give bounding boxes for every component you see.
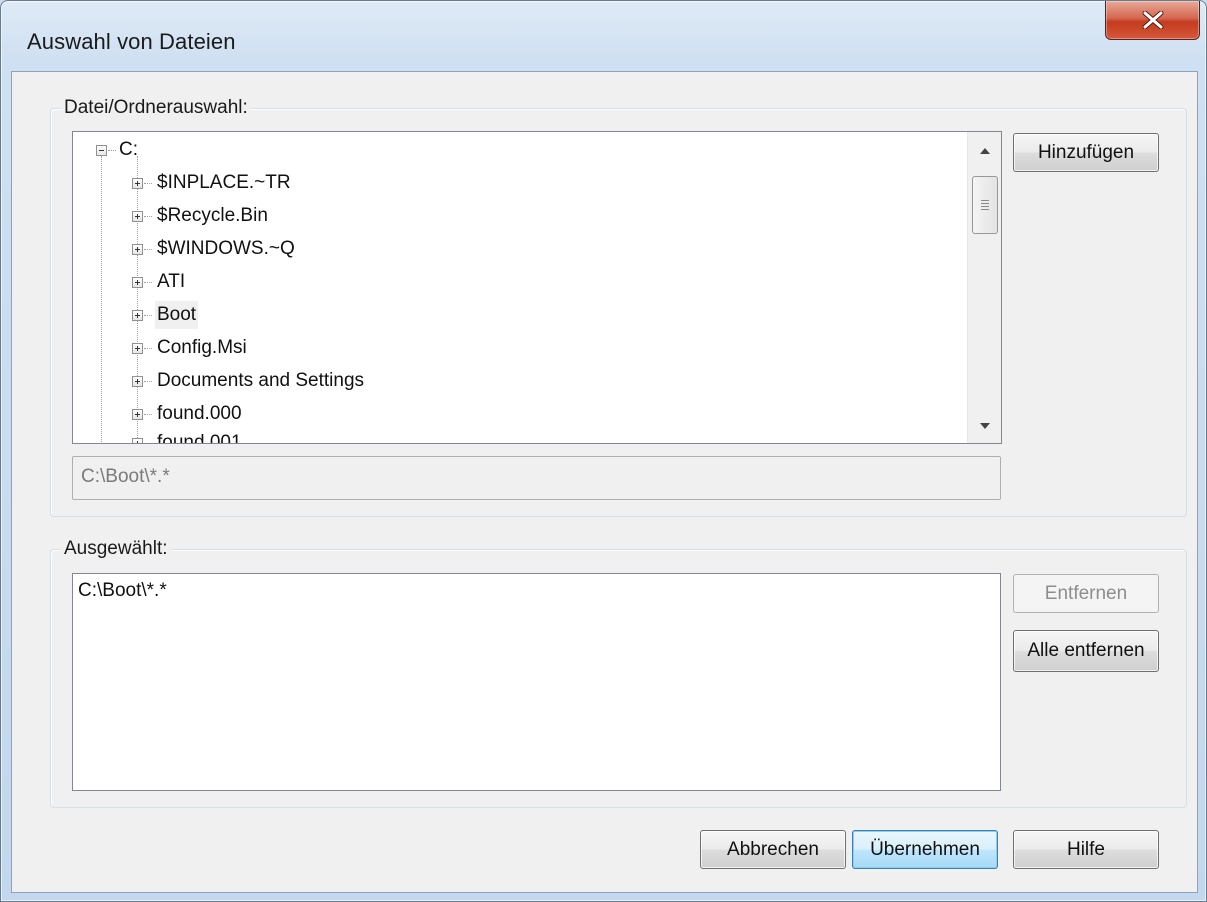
dialog-client-area: Datei/Ordnerauswahl: C: $INPLACE.~TR $Re… bbox=[11, 71, 1198, 893]
folder-tree[interactable]: C: $INPLACE.~TR $Recycle.Bin $WINDOWS.~Q bbox=[72, 131, 1002, 444]
scroll-up-button[interactable] bbox=[968, 134, 1001, 168]
remove-button[interactable]: Entfernen bbox=[1013, 574, 1159, 613]
tree-item-label: found.001 bbox=[157, 432, 242, 444]
tree-item[interactable]: $Recycle.Bin bbox=[73, 202, 963, 230]
tree-connector bbox=[144, 414, 152, 416]
add-button[interactable]: Hinzufügen bbox=[1013, 133, 1159, 172]
tree-item-selected[interactable]: Boot bbox=[73, 301, 963, 329]
tree-item-label: $WINDOWS.~Q bbox=[157, 238, 295, 259]
tree-item-label: $Recycle.Bin bbox=[157, 205, 268, 226]
expand-icon[interactable] bbox=[132, 310, 143, 321]
tree-item-label: Boot bbox=[155, 301, 199, 329]
tree-item[interactable]: ATI bbox=[73, 268, 963, 296]
cancel-button[interactable]: Abbrechen bbox=[700, 830, 846, 869]
expand-icon[interactable] bbox=[132, 343, 143, 354]
tree-connector bbox=[144, 249, 152, 251]
tree-item-root[interactable]: C: bbox=[73, 136, 963, 164]
expand-icon[interactable] bbox=[132, 438, 143, 443]
tree-item[interactable]: found.001 bbox=[73, 429, 963, 444]
close-button[interactable] bbox=[1105, 1, 1200, 40]
expand-icon[interactable] bbox=[132, 211, 143, 222]
tree-item[interactable]: $WINDOWS.~Q bbox=[73, 235, 963, 263]
arrow-up-icon bbox=[980, 148, 990, 154]
close-icon bbox=[1142, 11, 1163, 29]
tree-connector bbox=[144, 348, 152, 350]
tree-item-label: found.000 bbox=[157, 403, 242, 424]
tree-item[interactable]: found.000 bbox=[73, 400, 963, 428]
tree-connector bbox=[144, 282, 152, 284]
tree-connector bbox=[144, 443, 152, 444]
tree-vertical-scrollbar[interactable] bbox=[967, 132, 1001, 443]
dialog-window: Auswahl von Dateien Datei/Ordnerauswahl:… bbox=[0, 0, 1207, 902]
tree-connector bbox=[108, 150, 116, 152]
scroll-thumb[interactable] bbox=[972, 176, 998, 234]
title-bar[interactable]: Auswahl von Dateien bbox=[1, 1, 1206, 71]
expand-icon[interactable] bbox=[132, 277, 143, 288]
tree-item-label: Config.Msi bbox=[157, 337, 247, 358]
remove-all-button[interactable]: Alle entfernen bbox=[1013, 630, 1159, 672]
tree-connector bbox=[144, 216, 152, 218]
window-title: Auswahl von Dateien bbox=[27, 29, 236, 54]
tree-item[interactable]: $INPLACE.~TR bbox=[73, 169, 963, 197]
tree-item[interactable]: Documents and Settings bbox=[73, 367, 963, 395]
arrow-down-icon bbox=[980, 423, 990, 429]
tree-item-label: Documents and Settings bbox=[157, 370, 365, 391]
apply-button[interactable]: Übernehmen bbox=[852, 830, 998, 869]
expand-icon[interactable] bbox=[132, 409, 143, 420]
selected-list[interactable]: C:\Boot\*.* bbox=[72, 573, 1001, 791]
tree-connector bbox=[144, 183, 152, 185]
path-field: C:\Boot\*.* bbox=[72, 456, 1001, 500]
tree-item-label: C: bbox=[119, 139, 138, 160]
tree-item-label: $INPLACE.~TR bbox=[157, 172, 291, 193]
scroll-down-button[interactable] bbox=[968, 409, 1001, 443]
file-selection-group-label: Datei/Ordnerauswahl: bbox=[61, 97, 251, 119]
selected-group-label: Ausgewählt: bbox=[61, 538, 171, 560]
list-item[interactable]: C:\Boot\*.* bbox=[78, 580, 167, 602]
expand-icon[interactable] bbox=[132, 376, 143, 387]
expand-icon[interactable] bbox=[132, 178, 143, 189]
help-button[interactable]: Hilfe bbox=[1013, 830, 1159, 869]
tree-connector bbox=[144, 315, 152, 317]
expand-icon[interactable] bbox=[132, 244, 143, 255]
grip-icon bbox=[981, 198, 989, 212]
collapse-icon[interactable] bbox=[96, 145, 107, 156]
tree-item-label: ATI bbox=[157, 271, 186, 292]
tree-connector bbox=[144, 381, 152, 383]
tree-item[interactable]: Config.Msi bbox=[73, 334, 963, 362]
